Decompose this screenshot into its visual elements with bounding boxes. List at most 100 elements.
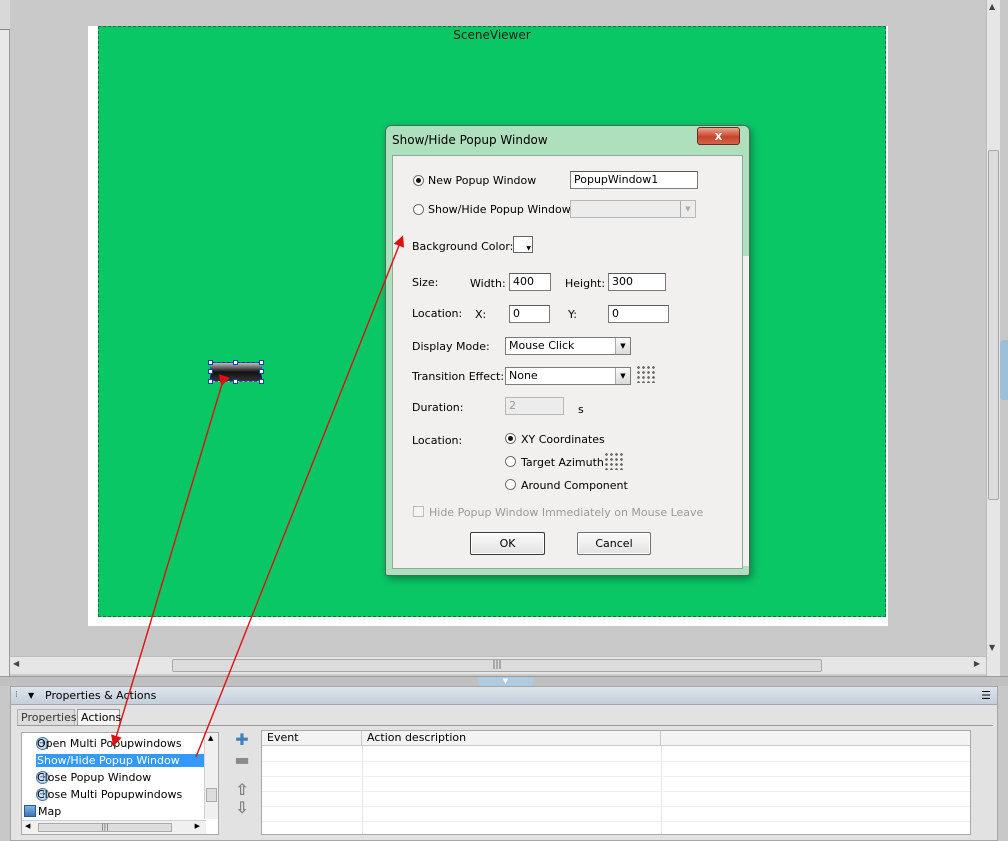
panel-menu-icon[interactable]: ☰ bbox=[981, 689, 991, 702]
scroll-left-icon[interactable]: ◀ bbox=[13, 659, 19, 668]
tree-item-label: Close Popup Window bbox=[37, 770, 152, 784]
size-label: Size: bbox=[412, 276, 439, 289]
x-input[interactable]: 0 bbox=[509, 305, 550, 323]
tree-group-map[interactable]: Map bbox=[24, 803, 61, 819]
duration-unit: s bbox=[578, 403, 584, 416]
close-icon: x bbox=[714, 129, 723, 143]
actions-grid[interactable]: Event Action description bbox=[261, 730, 971, 835]
transition-effect-label: Transition Effect: bbox=[412, 370, 505, 383]
resize-handle[interactable] bbox=[208, 369, 213, 374]
display-mode-select[interactable]: Mouse Click ▼ bbox=[505, 337, 631, 355]
grid-header: Event Action description bbox=[262, 731, 970, 746]
tree-item-label: Open Multi Popupwindows bbox=[37, 736, 182, 750]
background-color-picker[interactable]: ▼ bbox=[513, 236, 533, 253]
scene-title: SceneViewer bbox=[453, 28, 531, 42]
height-input[interactable]: 300 bbox=[608, 273, 666, 291]
plus-icon[interactable]: ✚ bbox=[233, 731, 251, 749]
tab-actions[interactable]: Actions bbox=[77, 709, 121, 725]
scroll-thumb[interactable]: ||| bbox=[172, 659, 822, 672]
dialog-titlebar[interactable]: Show/Hide Popup Window x bbox=[386, 126, 749, 154]
resize-handle[interactable] bbox=[208, 360, 213, 365]
table-row bbox=[262, 762, 970, 777]
scroll-left-icon[interactable]: ◀ bbox=[25, 822, 30, 830]
ok-button[interactable]: OK bbox=[470, 532, 545, 555]
resize-handle[interactable] bbox=[233, 360, 238, 365]
xy-coordinates-radio[interactable] bbox=[505, 433, 516, 444]
side-panel-tab[interactable] bbox=[1000, 340, 1008, 400]
tree-item-label: Show/Hide Popup Window bbox=[36, 753, 210, 767]
resize-handle[interactable] bbox=[259, 360, 264, 365]
transition-effect-select[interactable]: None ▼ bbox=[505, 367, 631, 385]
close-button[interactable]: x bbox=[697, 127, 740, 145]
minus-icon[interactable]: ▬ bbox=[233, 751, 251, 769]
scroll-thumb[interactable] bbox=[988, 150, 999, 500]
resize-handle[interactable] bbox=[233, 379, 238, 384]
y-input[interactable]: 0 bbox=[608, 305, 669, 323]
table-row bbox=[262, 807, 970, 822]
location-mode-label: Location: bbox=[412, 434, 463, 447]
location-label: Location: bbox=[412, 307, 463, 320]
viewer-horizontal-scrollbar[interactable]: ◀ ||| ▶ bbox=[10, 656, 986, 674]
tree-item-label: Close Multi Popupwindows bbox=[37, 787, 183, 801]
arrow-up-icon[interactable]: ⇧ bbox=[233, 781, 251, 799]
showhide-popup-select: ▼ bbox=[570, 200, 696, 218]
chevron-down-icon: ▼ bbox=[615, 368, 630, 384]
tree-item[interactable]: ➔ Close Multi Popupwindows bbox=[36, 786, 182, 802]
display-mode-value: Mouse Click bbox=[509, 339, 575, 352]
grid-options-icon[interactable] bbox=[636, 365, 656, 383]
tab-properties[interactable]: Properties bbox=[17, 709, 77, 725]
scroll-right-icon[interactable]: ▶ bbox=[974, 659, 980, 668]
resize-handle[interactable] bbox=[259, 379, 264, 384]
panel-splitter[interactable]: ▼ bbox=[0, 676, 1008, 686]
tree-item[interactable]: ➔ Open Multi Popupwindows bbox=[36, 735, 182, 751]
around-component-radio[interactable] bbox=[505, 479, 516, 490]
new-popup-radio[interactable] bbox=[413, 175, 424, 186]
scroll-up-icon[interactable]: ▲ bbox=[208, 734, 213, 742]
chevron-down-icon: ▼ bbox=[526, 245, 531, 252]
resize-handle[interactable] bbox=[208, 379, 213, 384]
tree-group-label: Map bbox=[38, 804, 62, 818]
resize-handle[interactable] bbox=[259, 369, 264, 374]
actions-tree[interactable]: ➔ Open Multi Popupwindows ➔ Show/Hide Po… bbox=[21, 732, 219, 835]
splitter-grip-icon[interactable]: ▼ bbox=[478, 677, 533, 686]
column-header-event[interactable]: Event bbox=[262, 731, 362, 746]
azimuth-grid-icon[interactable] bbox=[604, 452, 624, 470]
scroll-up-icon[interactable]: ▲ bbox=[989, 2, 995, 11]
dialog-edge bbox=[743, 256, 749, 566]
dock-marker bbox=[0, 0, 10, 30]
width-input[interactable]: 400 bbox=[509, 273, 551, 291]
tree-item[interactable]: ➔ Close Popup Window bbox=[36, 769, 151, 785]
dialog-title: Show/Hide Popup Window bbox=[392, 133, 548, 147]
xy-coordinates-label: XY Coordinates bbox=[521, 433, 605, 446]
column-header-action-description[interactable]: Action description bbox=[362, 731, 661, 746]
folder-icon bbox=[24, 805, 36, 817]
new-popup-name-input[interactable]: PopupWindow1 bbox=[570, 171, 698, 189]
hide-on-mouse-leave-label: Hide Popup Window Immediately on Mouse L… bbox=[429, 506, 704, 519]
scroll-right-icon[interactable]: ▶ bbox=[195, 822, 200, 830]
show-hide-popup-dialog: Show/Hide Popup Window x New Popup Windo… bbox=[385, 125, 750, 576]
scroll-thumb[interactable] bbox=[206, 788, 217, 802]
tree-item-selected[interactable]: ➔ Show/Hide Popup Window bbox=[36, 752, 210, 768]
scroll-down-icon[interactable]: ▼ bbox=[989, 643, 995, 652]
viewer-vertical-scrollbar[interactable]: ▲ ▼ bbox=[986, 0, 1000, 676]
panel-title: Properties & Actions bbox=[45, 689, 157, 702]
target-azimuth-radio[interactable] bbox=[505, 456, 516, 467]
around-component-label: Around Component bbox=[521, 479, 628, 492]
panel-header[interactable]: ⁞ ▼ Properties & Actions ☰ bbox=[11, 687, 997, 705]
width-label: Width: bbox=[470, 277, 506, 290]
transition-effect-value: None bbox=[509, 369, 538, 382]
triangle-down-icon[interactable]: ▼ bbox=[28, 691, 34, 700]
selected-component[interactable] bbox=[208, 360, 264, 384]
duration-label: Duration: bbox=[412, 401, 464, 414]
scroll-thumb[interactable]: ||| bbox=[38, 823, 172, 832]
arrow-down-icon[interactable]: ⇩ bbox=[233, 799, 251, 817]
tree-vertical-scrollbar[interactable]: ▲ bbox=[204, 733, 218, 819]
tree-horizontal-scrollbar[interactable]: ◀ ||| ▶ bbox=[22, 820, 206, 834]
showhide-popup-radio[interactable] bbox=[413, 204, 424, 215]
cancel-button[interactable]: Cancel bbox=[577, 532, 651, 555]
grip-icon[interactable]: ⁞ bbox=[15, 690, 18, 700]
display-mode-label: Display Mode: bbox=[412, 340, 490, 353]
new-popup-label: New Popup Window bbox=[428, 174, 537, 187]
hide-on-mouse-leave-checkbox bbox=[413, 506, 424, 517]
table-row bbox=[262, 792, 970, 807]
